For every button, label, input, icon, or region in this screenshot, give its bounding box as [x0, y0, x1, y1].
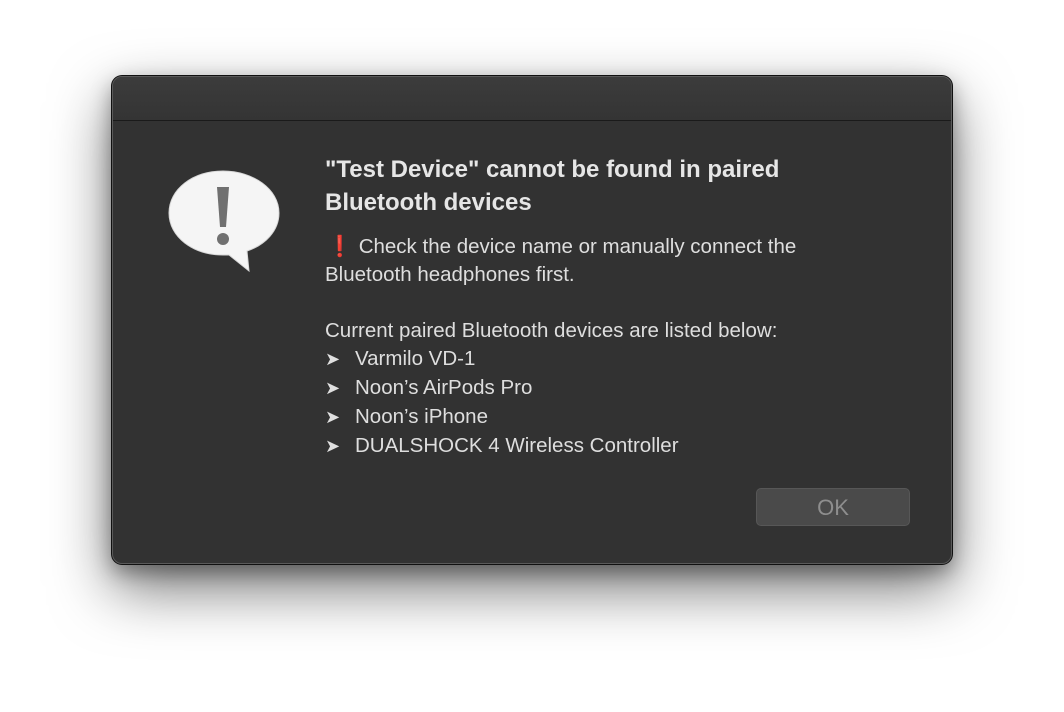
- device-name: Noon’s AirPods Pro: [355, 376, 533, 399]
- message-line-2: Bluetooth headphones first.: [325, 263, 575, 286]
- arrow-bullet-icon: ➤: [325, 378, 341, 399]
- dialog-titlebar[interactable]: [113, 77, 951, 121]
- device-name: Varmilo VD-1: [355, 347, 476, 370]
- warning-exclamation-icon: ❗: [327, 235, 353, 258]
- message-line-1: ❗ Check the device name or manually conn…: [325, 233, 905, 261]
- arrow-bullet-icon: ➤: [325, 407, 341, 428]
- list-item: ➤ Noon’s AirPods Pro: [325, 374, 905, 403]
- dialog-title: "Test Device" cannot be found in paired …: [325, 156, 780, 216]
- message-line-1-text: Check the device name or manually connec…: [358, 235, 797, 258]
- list-item: ➤ DUALSHOCK 4 Wireless Controller: [325, 432, 905, 461]
- alert-caution-icon: [168, 170, 280, 273]
- device-list-intro: Current paired Bluetooth devices are lis…: [325, 319, 778, 342]
- arrow-bullet-icon: ➤: [325, 349, 341, 370]
- list-item: ➤ Varmilo VD-1: [325, 345, 905, 374]
- dialog-message: ❗ Check the device name or manually conn…: [325, 233, 905, 461]
- ok-button[interactable]: OK: [756, 488, 910, 526]
- list-item: ➤ Noon’s iPhone: [325, 403, 905, 432]
- paired-device-list: ➤ Varmilo VD-1 ➤ Noon’s AirPods Pro ➤ Noon’…: [325, 345, 905, 461]
- device-name: Noon’s iPhone: [355, 405, 488, 428]
- device-name: DUALSHOCK 4 Wireless Controller: [355, 434, 679, 457]
- screen: "Test Device" cannot be found in paired …: [0, 0, 1064, 712]
- alert-dialog: "Test Device" cannot be found in paired …: [112, 76, 952, 564]
- arrow-bullet-icon: ➤: [325, 436, 341, 457]
